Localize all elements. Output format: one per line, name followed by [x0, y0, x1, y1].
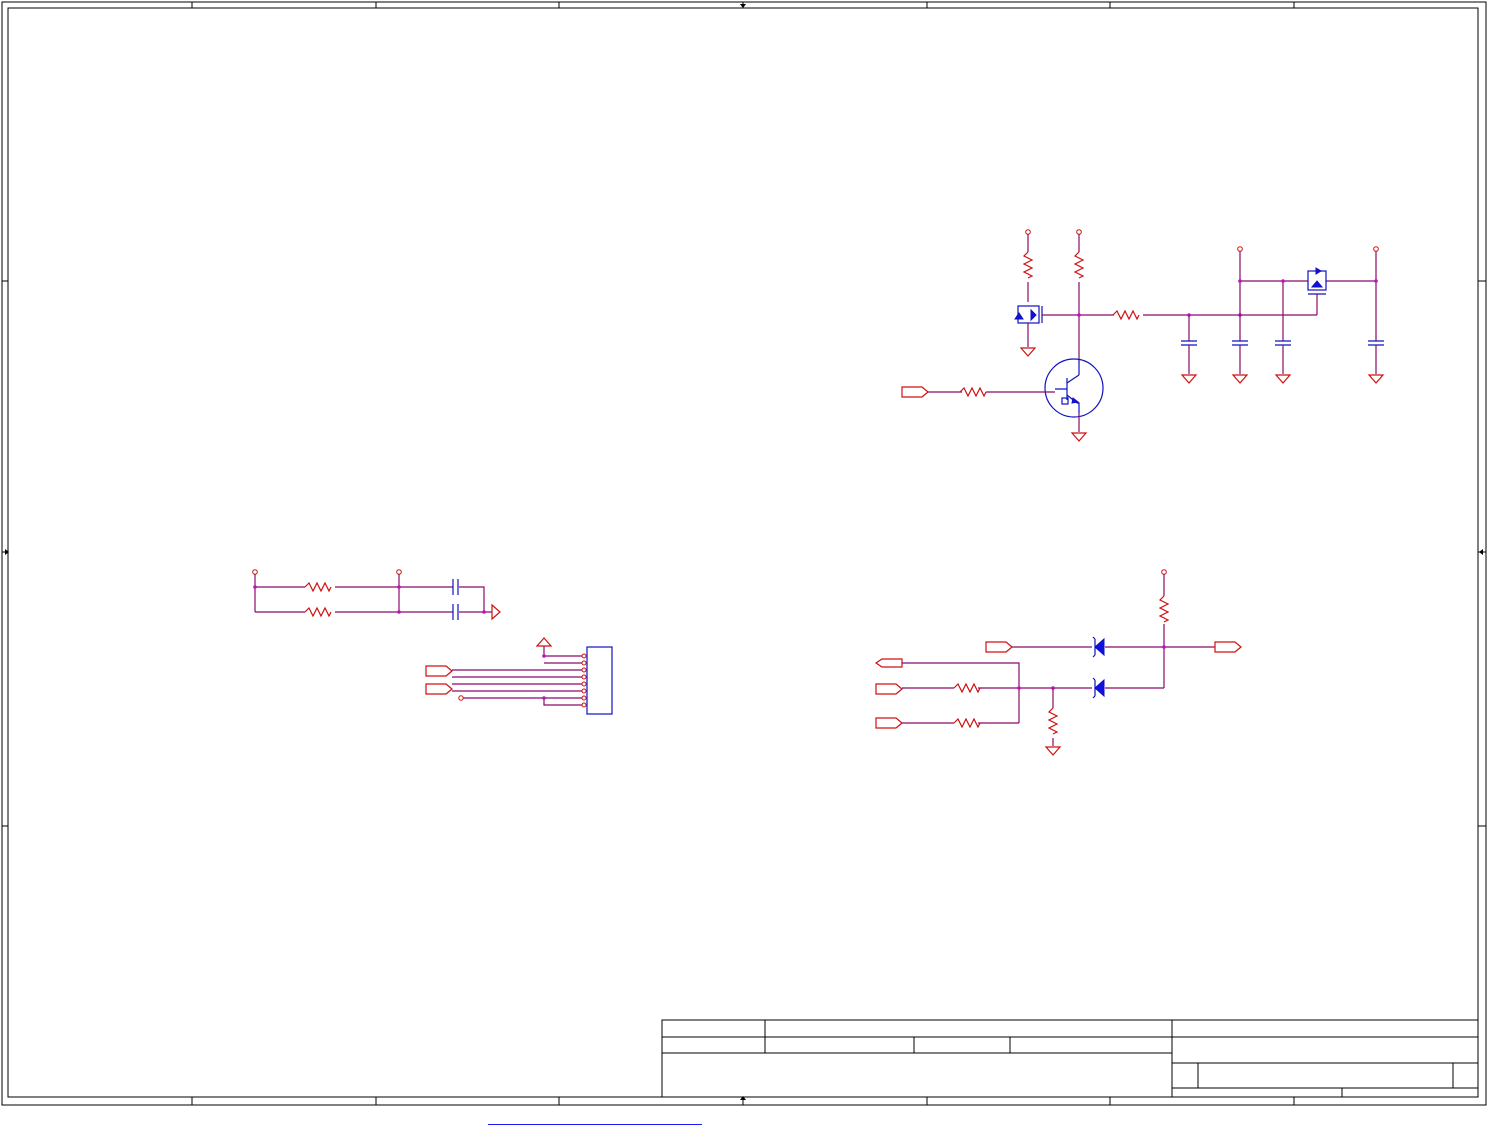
- ground-icon: [1071, 432, 1087, 442]
- resistor-icon: [1112, 310, 1140, 320]
- power-pin-icon: [1025, 229, 1031, 235]
- capacitor-icon: [452, 579, 459, 595]
- mosfet-icon: [1014, 305, 1043, 324]
- power-pin-icon: [1237, 246, 1243, 252]
- mosfet-icon: [1307, 267, 1327, 295]
- sheet-border: [1, 1, 1487, 1106]
- switch-circuit: [901, 229, 1385, 442]
- ground-icon: [1181, 374, 1197, 384]
- level-shifter-circuit: [874, 569, 1242, 756]
- capacitor-icon: [1231, 340, 1249, 346]
- rc-filter-circuit: [252, 569, 501, 621]
- power-pin-icon: [252, 569, 258, 575]
- ground-icon: [1045, 746, 1061, 756]
- capacitor-icon: [1274, 340, 1292, 346]
- net-port-icon: [875, 683, 903, 695]
- resistor-icon: [304, 582, 332, 592]
- ground-icon: [1368, 374, 1384, 384]
- net-port-icon: [425, 665, 453, 677]
- ground-icon: [1020, 347, 1036, 357]
- net-port-icon: [985, 641, 1013, 653]
- resistor-icon: [1074, 251, 1084, 279]
- diode-icon: [1092, 636, 1105, 658]
- net-port-icon: [425, 683, 453, 695]
- power-pin-icon: [1076, 229, 1082, 235]
- diode-icon: [1092, 677, 1105, 699]
- resistor-icon: [1159, 595, 1169, 623]
- net-port-icon: [875, 717, 903, 729]
- net-port-icon: [1214, 641, 1242, 653]
- ground-icon: [535, 637, 553, 647]
- resistor-icon: [953, 718, 981, 728]
- capacitor-icon: [1180, 340, 1198, 346]
- resistor-icon: [953, 683, 981, 693]
- net-port-icon: [874, 658, 903, 668]
- power-pin-icon: [1373, 246, 1379, 252]
- ground-icon: [1275, 374, 1291, 384]
- ground-icon: [1232, 374, 1248, 384]
- capacitor-icon: [1367, 340, 1385, 346]
- npn-transistor-icon: [1044, 358, 1104, 418]
- net-port-icon: [901, 386, 929, 398]
- ground-icon: [491, 603, 501, 621]
- footer-link-underline[interactable]: [488, 1124, 702, 1135]
- power-pin-icon: [396, 569, 402, 575]
- resistor-icon: [959, 387, 987, 397]
- capacitor-icon: [452, 604, 459, 620]
- power-pin-icon: [1161, 569, 1167, 575]
- resistor-icon: [1048, 707, 1058, 735]
- connector-circuit: [425, 637, 613, 715]
- schematic-sheet: [1, 1, 1487, 1106]
- resistor-icon: [304, 607, 332, 617]
- title-block: [661, 1019, 1479, 1098]
- resistor-icon: [1023, 251, 1033, 279]
- connector-header-icon: [581, 646, 613, 715]
